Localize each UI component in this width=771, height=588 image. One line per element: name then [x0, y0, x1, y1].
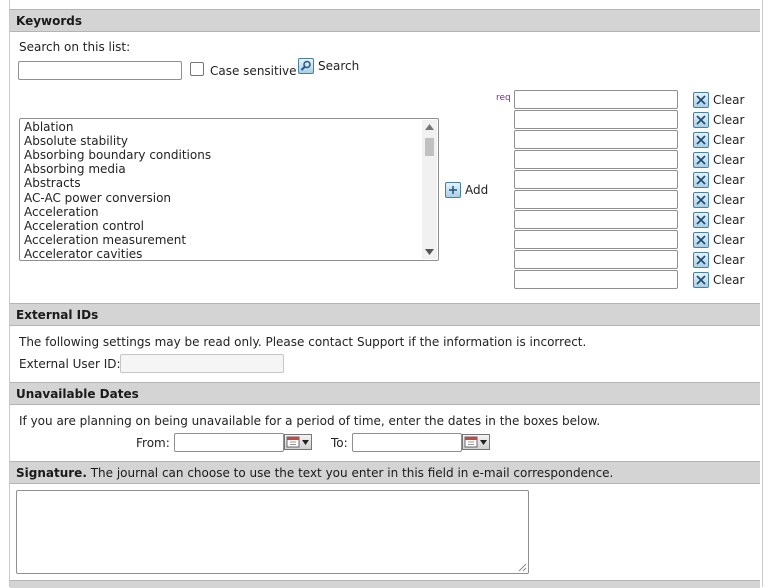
clear-button[interactable]	[693, 132, 709, 148]
close-icon	[696, 95, 706, 105]
search-icon	[300, 60, 311, 71]
list-scrollbar[interactable]	[422, 120, 437, 259]
keywords-section-header: Keywords	[10, 9, 760, 32]
clear-button[interactable]	[693, 92, 709, 108]
selected-keyword-field[interactable]	[514, 250, 678, 269]
external-ids-note: The following settings may be read only.…	[19, 335, 587, 349]
clear-button-label[interactable]: Clear	[713, 253, 744, 267]
list-item[interactable]: Acceleration control	[24, 219, 144, 233]
clear-button[interactable]	[693, 192, 709, 208]
unavailable-dates-section-header: Unavailable Dates	[10, 382, 760, 405]
clear-button-label[interactable]: Clear	[713, 173, 744, 187]
clear-button[interactable]	[693, 112, 709, 128]
close-icon	[696, 175, 706, 185]
signature-header-text: Signature. The journal can choose to use…	[16, 466, 613, 480]
clear-button-label[interactable]: Clear	[713, 273, 744, 287]
clear-button-label[interactable]: Clear	[713, 233, 744, 247]
search-button-label[interactable]: Search	[318, 59, 359, 73]
close-icon	[696, 275, 706, 285]
selected-keyword-field[interactable]	[514, 170, 678, 189]
selected-keyword-field[interactable]	[514, 110, 678, 129]
scrollbar-thumb[interactable]	[425, 138, 434, 156]
calendar-dropdown-icon	[464, 436, 487, 448]
scroll-down-icon[interactable]	[425, 249, 434, 255]
signature-section-header: Signature. The journal can choose to use…	[10, 461, 760, 484]
to-date-input[interactable]	[352, 433, 462, 452]
from-date-input[interactable]	[174, 433, 284, 452]
case-sensitive-label: Case sensitive	[210, 64, 297, 78]
clear-button[interactable]	[693, 252, 709, 268]
search-button[interactable]	[298, 58, 314, 74]
external-ids-header-title: External IDs	[16, 308, 99, 322]
add-keyword-button[interactable]	[445, 182, 461, 198]
clear-button[interactable]	[693, 272, 709, 288]
close-icon	[696, 215, 706, 225]
unavailable-dates-note: If you are planning on being unavailable…	[19, 414, 601, 428]
clear-button-label[interactable]: Clear	[713, 93, 744, 107]
list-item[interactable]: Absorbing media	[24, 162, 126, 176]
selected-keyword-field[interactable]	[514, 150, 678, 169]
to-date-picker-button[interactable]	[462, 434, 490, 450]
list-item[interactable]: AC-AC power conversion	[24, 191, 171, 205]
list-item[interactable]: Acceleration	[24, 205, 99, 219]
clear-button[interactable]	[693, 232, 709, 248]
selected-keyword-field[interactable]	[514, 230, 678, 249]
signature-textarea[interactable]	[16, 490, 529, 574]
clear-button[interactable]	[693, 152, 709, 168]
external-ids-section-header: External IDs	[10, 303, 760, 326]
case-sensitive-checkbox[interactable]	[190, 62, 204, 76]
keyword-search-input[interactable]	[18, 61, 182, 80]
selected-keyword-field[interactable]	[514, 270, 678, 289]
clear-button-label[interactable]: Clear	[713, 133, 744, 147]
external-user-id-label: External User ID:	[19, 357, 121, 371]
add-button-label[interactable]: Add	[465, 183, 488, 197]
search-list-label: Search on this list:	[19, 40, 131, 54]
close-icon	[696, 255, 706, 265]
list-item[interactable]: Absorbing boundary conditions	[24, 148, 211, 162]
close-icon	[696, 235, 706, 245]
scroll-up-icon[interactable]	[425, 124, 434, 130]
required-indicator: req	[496, 93, 511, 103]
unavailable-dates-header-title: Unavailable Dates	[16, 387, 139, 401]
selected-keyword-field[interactable]	[514, 190, 678, 209]
keyword-listbox[interactable]: Ablation Absolute stability Absorbing bo…	[19, 118, 439, 261]
signature-header-description: The journal can choose to use the text y…	[86, 466, 614, 480]
selected-keyword-field[interactable]	[514, 90, 678, 109]
selected-keyword-field[interactable]	[514, 210, 678, 229]
plus-icon	[449, 186, 457, 194]
clear-button-label[interactable]: Clear	[713, 113, 744, 127]
selected-keyword-field[interactable]	[514, 130, 678, 149]
to-date-label: To:	[331, 436, 348, 450]
calendar-dropdown-icon	[286, 436, 309, 448]
close-icon	[696, 115, 706, 125]
signature-header-title: Signature.	[16, 466, 87, 480]
clear-button[interactable]	[693, 172, 709, 188]
list-item[interactable]: Accelerator cavities	[24, 247, 142, 260]
from-date-picker-button[interactable]	[284, 434, 312, 450]
clear-button-label[interactable]: Clear	[713, 193, 744, 207]
keywords-header-title: Keywords	[16, 14, 83, 28]
close-icon	[696, 135, 706, 145]
external-user-id-field	[120, 354, 284, 373]
clear-button[interactable]	[693, 212, 709, 228]
close-icon	[696, 155, 706, 165]
clear-button-label[interactable]: Clear	[713, 213, 744, 227]
list-item[interactable]: Abstracts	[24, 176, 81, 190]
list-item[interactable]: Ablation	[24, 120, 74, 134]
clear-button-label[interactable]: Clear	[713, 153, 744, 167]
resize-grip-icon[interactable]	[517, 562, 527, 572]
list-item[interactable]: Absolute stability	[24, 134, 128, 148]
close-icon	[696, 195, 706, 205]
list-item[interactable]: Acceleration measurement	[24, 233, 186, 247]
from-date-label: From:	[136, 436, 170, 450]
